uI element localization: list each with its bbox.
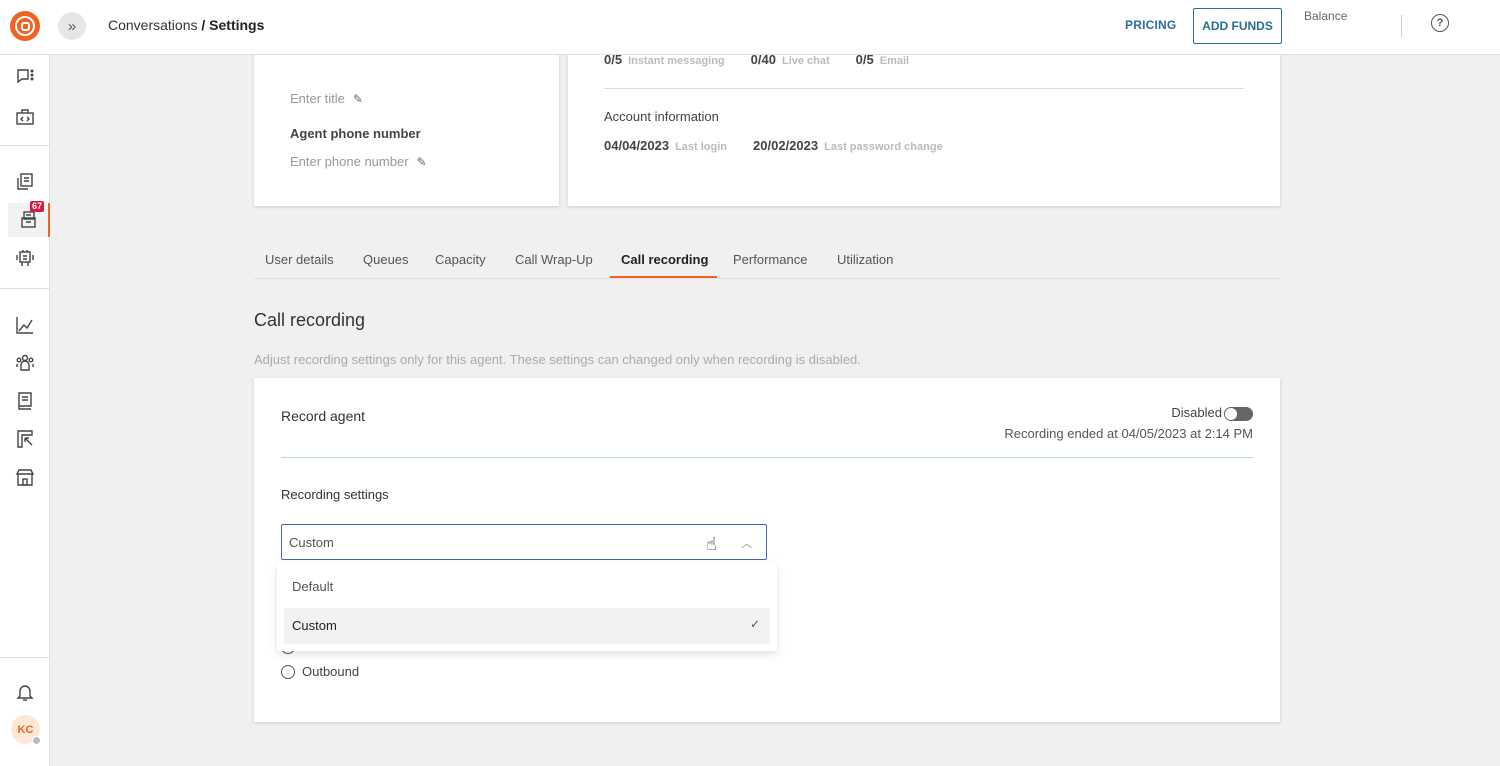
notification-badge: 67 (29, 201, 44, 212)
balance-label: Balance (1304, 9, 1348, 23)
account-info: 04/04/2023 Last login 20/02/2023 Last passw… (604, 137, 969, 155)
sidebar-item-logs[interactable] (7, 384, 43, 418)
briefcase-code-icon (16, 109, 34, 125)
tab-call-recording[interactable]: Call recording (621, 252, 708, 267)
radio-outbound-label: Outbound (302, 664, 360, 679)
sidebar-item-conversations[interactable] (7, 60, 43, 94)
tab-user-details[interactable]: User details (265, 252, 334, 267)
users-icon (16, 354, 34, 371)
tab-utilization[interactable]: Utilization (837, 252, 893, 267)
presence-status-dot (32, 736, 41, 745)
hand-cursor-icon: ☝ (706, 534, 717, 554)
capacity-label: Email (879, 55, 910, 67)
add-funds-button[interactable]: ADD FUNDS (1193, 8, 1282, 44)
sidebar-divider (0, 657, 50, 658)
radio-outbound[interactable] (281, 664, 295, 679)
sidebar-divider (0, 145, 50, 146)
check-icon: ✓ (749, 617, 760, 631)
sidebar-item-notifications[interactable] (7, 675, 43, 709)
tab-capacity[interactable]: Capacity (435, 252, 486, 267)
chat-dots-icon (17, 69, 34, 84)
bell-icon (16, 685, 34, 701)
last-login-value: 04/04/2023 (604, 138, 670, 153)
recording-settings-label: Recording settings (281, 487, 389, 502)
title-field[interactable]: Enter title ✎ (290, 91, 363, 106)
agent-profile-card: Richie Carrington Enter title✎ Agent pho… (254, 34, 559, 206)
recording-settings-menu: Default Custom ✓ (277, 563, 777, 651)
store-icon (15, 469, 35, 486)
divider (281, 457, 1253, 458)
sidebar-divider (0, 288, 50, 289)
option-label: Default (292, 579, 334, 594)
sidebar-item-store[interactable] (7, 460, 43, 494)
sidebar-item-bots[interactable] (7, 241, 43, 275)
book-icon (18, 392, 32, 410)
recording-settings-select[interactable]: Custom ☝ ︿ (281, 524, 767, 560)
sidebar-item-inbox[interactable]: 67 (8, 201, 50, 237)
menu-option-custom[interactable]: Custom ✓ (284, 608, 770, 644)
call-recording-panel: Record agent Disabled Recording ended at… (254, 378, 1280, 722)
account-info-title: Account information (604, 109, 719, 124)
double-chevron-right-icon: » (67, 17, 77, 35)
phone-placeholder: Enter phone number (290, 154, 409, 169)
select-value: Custom (289, 535, 334, 550)
sidebar-item-analytics[interactable] (7, 308, 43, 342)
capacity-label: Instant messaging (628, 55, 725, 67)
robot-icon (16, 250, 34, 266)
breadcrumb-parent[interactable]: Conversations (108, 17, 198, 33)
agent-stats-card: 0/5 Instant messaging 0/40 Live chat 0/5 Emai… (568, 40, 1280, 206)
toggle-state-label: Disabled (1171, 405, 1222, 420)
password-change-label: Last password change (824, 141, 943, 153)
phone-field[interactable]: Enter phone number ✎ (290, 154, 427, 169)
settings-tabs: User details Queues Capacity Call Wrap-U… (254, 240, 1280, 279)
option-label: Custom (292, 618, 337, 633)
edit-pencil-icon[interactable]: ✎ (353, 92, 363, 106)
divider (604, 88, 1244, 89)
app-logo[interactable] (10, 11, 40, 41)
breadcrumb: Conversations / Settings (108, 17, 264, 33)
radio-outbound-option[interactable]: Outbound (281, 664, 359, 679)
inbox-icon (20, 211, 36, 228)
sidebar-item-developer[interactable] (7, 100, 43, 134)
title-placeholder: Enter title (290, 91, 345, 106)
phone-label: Agent phone number (290, 126, 421, 141)
record-agent-toggle[interactable] (1224, 407, 1253, 421)
breadcrumb-separator: / (197, 17, 210, 33)
sidebar-item-campaigns[interactable] (7, 422, 43, 456)
recording-ended-text: Recording ended at 04/05/2023 at 2:14 PM (1004, 426, 1253, 441)
tab-call-wrap-up[interactable]: Call Wrap-Up (515, 252, 593, 267)
tab-performance[interactable]: Performance (733, 252, 807, 267)
sidebar: 67 KC (0, 55, 50, 766)
expand-sidebar-button[interactable]: » (58, 12, 86, 40)
record-agent-label: Record agent (281, 408, 366, 424)
active-tab-indicator (610, 276, 717, 278)
section-description: Adjust recording settings only for this … (254, 352, 861, 367)
capacity-label: Live chat (781, 55, 830, 67)
pricing-link[interactable]: PRICING (1125, 18, 1176, 32)
last-login-label: Last login (675, 141, 728, 153)
sidebar-item-knowledge[interactable] (7, 165, 43, 199)
menu-option-default[interactable]: Default (284, 569, 770, 605)
section-title: Call recording (254, 310, 366, 330)
tab-queues[interactable]: Queues (363, 252, 409, 267)
password-change-value: 20/02/2023 (753, 138, 819, 153)
sidebar-item-contacts[interactable] (7, 346, 43, 380)
chart-line-icon (16, 317, 33, 334)
help-icon[interactable]: ? (1431, 14, 1449, 32)
edit-pencil-icon[interactable]: ✎ (417, 155, 427, 169)
top-bar: » Conversations / Settings PRICING ADD F… (0, 0, 1500, 55)
breadcrumb-current: Settings (209, 17, 265, 33)
copy-icon (17, 173, 33, 190)
toggle-knob (1225, 408, 1237, 420)
select-cursor-icon (17, 430, 33, 448)
divider (1401, 15, 1402, 37)
chevron-up-icon: ︿ (741, 538, 752, 550)
